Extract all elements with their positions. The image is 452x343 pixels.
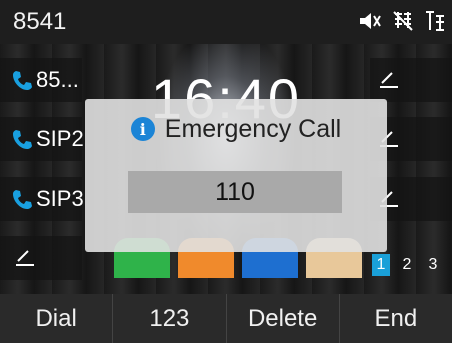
phone-icon (12, 128, 32, 150)
line-key-1[interactable]: 85... (0, 58, 82, 102)
edit-icon (380, 72, 398, 88)
delete-softkey[interactable]: Delete (227, 294, 340, 343)
dial-softkey[interactable]: Dial (0, 294, 114, 343)
status-bar: 8541 (0, 0, 452, 44)
dialog-title: Emergency Call (164, 114, 342, 143)
line-key-3[interactable]: SIP3 (0, 177, 84, 221)
end-softkey[interactable]: End (340, 294, 452, 343)
dialog-title-row: i Emergency Call (85, 109, 387, 149)
line-key-label: 85... (36, 67, 79, 92)
line-key-2[interactable]: SIP2 (0, 117, 84, 161)
info-icon: i (130, 117, 155, 141)
line-key-4[interactable] (0, 236, 82, 280)
page-1[interactable]: 1 (372, 254, 390, 276)
network-off-icon (392, 10, 414, 32)
page-indicator: 1 2 3 (372, 254, 442, 276)
lan-icon (424, 10, 446, 32)
softkey-bar: Dial 123 Delete End (0, 294, 452, 343)
edit-icon (16, 250, 34, 266)
line-key-label: SIP3 (36, 186, 84, 211)
account-label: 8541 (13, 8, 67, 35)
input-mode-softkey[interactable]: 123 (113, 294, 227, 343)
page-3[interactable]: 3 (424, 254, 442, 276)
page-2[interactable]: 2 (398, 254, 416, 276)
emergency-number-field[interactable]: 110 (128, 171, 342, 213)
emergency-call-dialog: i Emergency Call 110 (85, 99, 387, 252)
line-key-label: SIP2 (36, 126, 84, 151)
phone-icon (12, 188, 32, 210)
mute-icon (358, 10, 382, 32)
line-key-right-1[interactable] (370, 58, 452, 102)
phone-icon (12, 69, 32, 91)
